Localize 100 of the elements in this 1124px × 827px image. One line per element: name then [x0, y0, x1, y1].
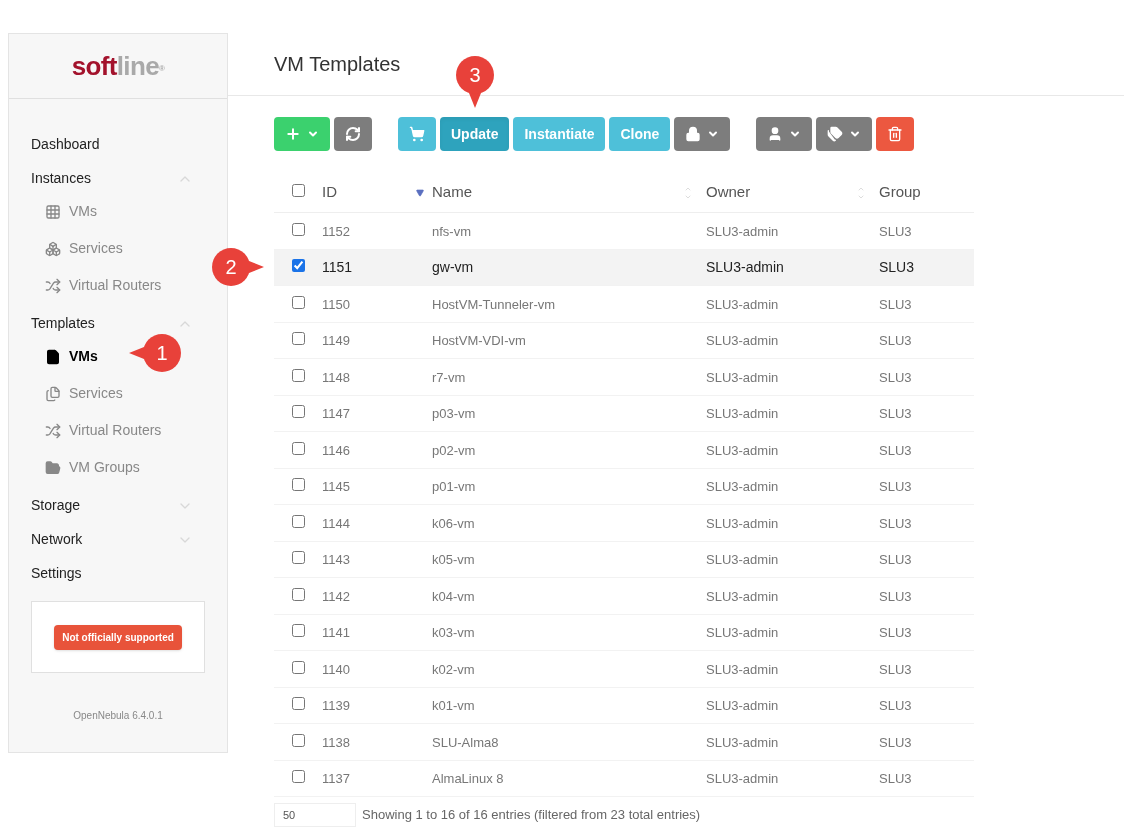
row-checkbox[interactable]	[292, 551, 305, 565]
refresh-icon	[345, 126, 361, 142]
column-header[interactable]: ID	[322, 181, 337, 204]
row-checkbox[interactable]	[292, 441, 305, 455]
plus-icon	[285, 126, 301, 142]
table-cell: SLU3-admin	[706, 698, 779, 714]
nav-item[interactable]: Services	[69, 238, 123, 259]
nav-section[interactable]: Storage	[31, 495, 81, 516]
nav-item[interactable]: VM Groups	[69, 457, 140, 478]
row-checkbox[interactable]	[292, 733, 305, 747]
row-checkbox[interactable]	[292, 332, 305, 346]
nav-section[interactable]: Dashboard	[31, 134, 100, 155]
table-cell: SLU3-admin	[706, 259, 784, 276]
table-cell: SLU3	[879, 333, 912, 349]
cart-icon	[409, 126, 425, 142]
table-row[interactable]: 1146 p02-vm SLU3-admin SLU3	[274, 432, 974, 469]
table-cell: k01-vm	[432, 698, 475, 714]
nav-item[interactable]: VMs	[69, 201, 97, 222]
table-row[interactable]: 1145 p01-vm SLU3-admin SLU3	[274, 468, 974, 505]
row-checkbox[interactable]	[292, 222, 305, 236]
table-cell: HostVM-VDI-vm	[432, 333, 526, 349]
table-row[interactable]: 1147 p03-vm SLU3-admin SLU3	[274, 395, 974, 432]
table-cell: 1145	[322, 479, 350, 495]
row-checkbox[interactable]	[292, 697, 305, 711]
table-cell: SLU3-admin	[706, 406, 779, 422]
folder-icon	[45, 459, 61, 476]
column-header[interactable]: Owner	[706, 181, 751, 204]
row-checkbox[interactable]	[292, 368, 305, 382]
nav-section[interactable]: Instances	[31, 168, 91, 189]
logo: softline$^{®}$	[71, 49, 165, 83]
sort-icon	[416, 188, 424, 197]
column-header[interactable]: Name	[432, 181, 472, 204]
table-row[interactable]: 1143 k05-vm SLU3-admin SLU3	[274, 541, 974, 578]
row-checkbox[interactable]	[292, 660, 305, 674]
table-row[interactable]: 1138 SLU-Alma8 SLU3-admin SLU3	[274, 724, 974, 761]
table-cell: k03-vm	[432, 625, 475, 641]
lock-button[interactable]	[674, 117, 731, 151]
table-cell: SLU3-admin	[706, 771, 779, 787]
table-cell: 1137	[322, 771, 350, 787]
nav-item[interactable]: VMs	[69, 346, 98, 367]
table-cell: 1147	[322, 406, 350, 422]
column-header[interactable]: Group	[879, 183, 921, 201]
table-cell: 1140	[322, 661, 350, 677]
page-title: VM Templates	[274, 52, 401, 77]
row-checkbox[interactable]	[292, 514, 305, 528]
row-checkbox[interactable]	[292, 405, 305, 419]
table-cell: AlmaLinux 8	[432, 771, 504, 787]
row-checkbox[interactable]	[292, 770, 305, 784]
table-row[interactable]: 1142 k04-vm SLU3-admin SLU3	[274, 578, 974, 615]
refresh-button[interactable]	[334, 117, 372, 151]
table-cell: nfs-vm	[432, 223, 471, 239]
support-badge: Not officially supported	[54, 624, 182, 650]
tags-button[interactable]	[816, 117, 873, 151]
page-length-select[interactable]: 50	[274, 803, 356, 827]
nav-section[interactable]: Templates	[31, 313, 95, 334]
table-row[interactable]: 1151 gw-vm SLU3-admin SLU3	[274, 249, 974, 286]
table-cell: 1146	[322, 442, 350, 458]
table-cell: SLU3	[879, 296, 912, 312]
nav-section[interactable]: Settings	[31, 563, 82, 584]
table-cell: SLU3	[879, 369, 912, 385]
table-cell: 1144	[322, 515, 350, 531]
table-cell: SLU3-admin	[706, 296, 779, 312]
table-cell: k06-vm	[432, 515, 475, 531]
tags-icon	[827, 126, 844, 142]
table-cell: SLU3-admin	[706, 661, 779, 677]
table-row[interactable]: 1141 k03-vm SLU3-admin SLU3	[274, 614, 974, 651]
table-cell: 1152	[322, 223, 350, 239]
row-checkbox[interactable]	[292, 259, 305, 273]
nav-item[interactable]: Virtual Routers	[69, 420, 162, 441]
table-cell: SLU3	[879, 406, 912, 422]
table-row[interactable]: 1152 nfs-vm SLU3-admin SLU3	[274, 213, 974, 250]
nav-section[interactable]: Network	[31, 529, 83, 550]
shuffle-icon	[45, 277, 61, 294]
table-cell: SLU3	[879, 661, 912, 677]
table-row[interactable]: 1144 k06-vm SLU3-admin SLU3	[274, 505, 974, 542]
files-icon	[45, 385, 61, 402]
table-cell: SLU3-admin	[706, 479, 779, 495]
table-row[interactable]: 1150 HostVM-Tunneler-vm SLU3-admin SLU3	[274, 286, 974, 323]
table-cell: 1150	[322, 296, 350, 312]
table-cell: SLU3	[879, 479, 912, 495]
row-checkbox[interactable]	[292, 478, 305, 492]
table-row[interactable]: 1149 HostVM-VDI-vm SLU3-admin SLU3	[274, 322, 974, 359]
table-row[interactable]: 1148 r7-vm SLU3-admin SLU3	[274, 359, 974, 396]
row-checkbox[interactable]	[292, 587, 305, 601]
boxes-icon	[45, 240, 61, 257]
select-all-checkbox[interactable]	[292, 184, 305, 198]
delete-button[interactable]	[876, 117, 915, 151]
table-cell: SLU3	[879, 771, 912, 787]
row-checkbox[interactable]	[292, 624, 305, 638]
table-row[interactable]: 1140 k02-vm SLU3-admin SLU3	[274, 651, 974, 688]
user-button[interactable]	[756, 117, 813, 151]
table-row[interactable]: 1137 AlmaLinux 8 SLU3-admin SLU3	[274, 760, 974, 797]
table-cell: 1148	[322, 369, 350, 385]
table-cell: p01-vm	[432, 479, 476, 495]
table-cell: 1151	[322, 259, 353, 276]
toolbar-button[interactable]: Update	[440, 117, 510, 151]
row-checkbox[interactable]	[292, 295, 305, 309]
table-row[interactable]: 1139 k01-vm SLU3-admin SLU3	[274, 687, 974, 724]
nav-item[interactable]: Services	[69, 383, 123, 404]
nav-item[interactable]: Virtual Routers	[69, 275, 162, 296]
